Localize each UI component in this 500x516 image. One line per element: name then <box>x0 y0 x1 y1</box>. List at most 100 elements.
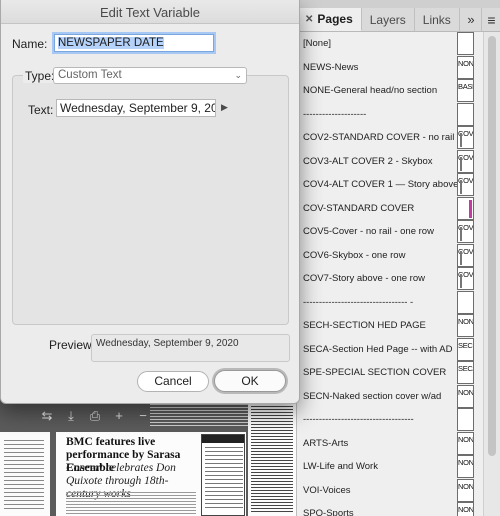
master-thumbnail-label: NONE <box>458 481 474 491</box>
sidebar-ad <box>201 434 245 516</box>
panel-header-strip <box>297 0 500 8</box>
master-thumbnail-label: NONE <box>458 317 474 326</box>
master-page-item[interactable]: [None] <box>297 32 483 55</box>
master-page-thumbnail[interactable]: NONE <box>457 431 474 455</box>
master-page-item[interactable]: SECN-Naked section cover w/ad NONE <box>297 384 483 408</box>
type-select[interactable]: Custom Text ⌄ <box>53 67 247 84</box>
master-page-item[interactable]: SECA-Section Hed Page -- with AD SECH <box>297 337 483 361</box>
edit-text-variable-dialog: Edit Text Variable Name: NEWSPAPER DATE … <box>0 0 300 404</box>
master-page-thumbnail[interactable]: NONE <box>457 314 474 337</box>
master-page-item[interactable]: SECH-SECTION HED PAGE NONE <box>297 314 483 337</box>
document-page-main[interactable]: BMC features live performance by Sarasa … <box>56 432 246 516</box>
master-page-item[interactable]: COV2-STANDARD COVER - no rail COV <box>297 126 483 149</box>
master-page-thumbnail[interactable]: COV <box>457 243 474 267</box>
master-page-item[interactable]: COV6-Skybox - one row COV <box>297 243 483 267</box>
tab-links[interactable]: Links <box>415 8 460 31</box>
master-page-thumbnail[interactable]: SECH <box>457 337 474 361</box>
master-page-item[interactable]: COV7-Story above - one row COV <box>297 267 483 290</box>
ok-button[interactable]: OK <box>214 370 286 392</box>
add-icon[interactable]: + <box>112 408 126 422</box>
master-page-name: NEWS-News <box>303 61 359 73</box>
master-page-thumbnail[interactable]: NONE <box>457 455 474 478</box>
name-input-value: NEWSPAPER DATE <box>58 37 164 49</box>
master-page-item[interactable]: SPO-Sports NONE <box>297 502 483 516</box>
master-page-thumbnail[interactable]: COV <box>457 149 474 173</box>
master-thumbnail-stripe <box>469 199 472 218</box>
master-page-name: COV7-Story above - one row <box>303 273 425 284</box>
tab-pages[interactable]: ✕ Pages <box>297 8 362 31</box>
master-page-name: ----------------------------------- <box>303 414 414 425</box>
name-input[interactable]: NEWSPAPER DATE <box>54 34 214 52</box>
master-page-item[interactable]: -------------------- <box>297 102 483 126</box>
master-page-name: SECN-Naked section cover w/ad <box>303 390 442 402</box>
master-page-item[interactable]: COV-STANDARD COVER <box>297 196 483 220</box>
master-page-name: SPE-SPECIAL SECTION COVER <box>303 367 447 378</box>
master-page-name: LW-Life and Work <box>303 461 378 472</box>
master-page-name: --------------------------------- - <box>303 296 414 308</box>
master-page-item[interactable]: SPE-SPECIAL SECTION COVER SECA <box>297 361 483 384</box>
master-page-thumbnail[interactable]: NONE <box>457 478 474 502</box>
master-page-name: COV6-Skybox - one row <box>303 249 406 261</box>
master-page-item[interactable]: COV3-ALT COVER 2 - Skybox COV <box>297 149 483 173</box>
cancel-button[interactable]: Cancel <box>137 371 209 392</box>
import-icon[interactable]: ⤓ <box>64 408 78 422</box>
preview-box: Wednesday, September 9, 2020 <box>91 334 290 362</box>
master-thumbnail-label: NONE <box>458 458 474 467</box>
master-page-name: SECH-SECTION HED PAGE <box>303 320 426 331</box>
text-label: Text: <box>28 103 54 117</box>
master-page-thumbnail[interactable]: COV <box>457 267 474 290</box>
print-icon[interactable]: ⎙ <box>88 408 102 422</box>
swap-icon[interactable]: ⇆ <box>40 408 54 422</box>
master-page-thumbnail[interactable] <box>457 290 474 314</box>
more-panels-icon[interactable]: » <box>461 8 481 31</box>
master-thumbnail-bar <box>460 133 462 147</box>
master-page-name: SPO-Sports <box>303 508 354 516</box>
panel-tabs: ✕ Pages Layers Links » ≡ <box>297 8 500 32</box>
master-page-name: COV3-ALT COVER 2 - Skybox <box>303 155 433 167</box>
master-page-thumbnail[interactable]: SECA <box>457 361 474 384</box>
type-select-value: Custom Text <box>58 69 122 81</box>
name-label: Name: <box>12 37 48 51</box>
master-page-name: -------------------- <box>303 108 367 120</box>
document-page-right <box>248 402 296 516</box>
master-page-thumbnail[interactable] <box>457 196 474 220</box>
master-page-thumbnail[interactable]: COV <box>457 173 474 196</box>
dialog-titlebar[interactable]: Edit Text Variable <box>1 0 299 24</box>
panel-menu-icon[interactable]: ≡ <box>481 8 500 31</box>
master-page-thumbnail[interactable] <box>457 408 474 431</box>
remove-icon[interactable]: − <box>136 408 150 422</box>
tab-pages-label: Pages <box>317 12 353 26</box>
master-page-item[interactable]: COV5-Cover - no rail - one row COV <box>297 220 483 243</box>
scrollbar-thumb[interactable] <box>488 36 496 456</box>
master-page-item[interactable]: --------------------------------- - <box>297 290 483 314</box>
master-page-name: COV5-Cover - no rail - one row <box>303 226 434 237</box>
master-page-name: ARTS-Arts <box>303 437 349 449</box>
master-page-item[interactable]: COV4-ALT COVER 1 — Story above COV <box>297 173 483 196</box>
master-page-thumbnail[interactable]: NONE <box>457 55 474 79</box>
type-label: Type: <box>23 69 57 83</box>
master-page-name: COV-STANDARD COVER <box>303 202 415 214</box>
master-pages-list: [None] NEWS-News NONE NONE-General head/no … <box>297 32 483 516</box>
master-thumbnail-label: NONE <box>458 434 474 444</box>
master-page-thumbnail[interactable]: BASE <box>457 79 474 102</box>
master-page-thumbnail[interactable]: COV <box>457 126 474 149</box>
master-page-thumbnail[interactable] <box>457 102 474 126</box>
tab-layers[interactable]: Layers <box>362 8 415 31</box>
document-page-left <box>0 432 50 516</box>
master-page-thumbnail[interactable]: NONE <box>457 384 474 408</box>
document-toolbar: ⇆ ⤓ ⎙ + − <box>40 404 180 426</box>
master-page-item[interactable]: NONE-General head/no section BASE <box>297 79 483 102</box>
text-input[interactable]: Wednesday, September 9, 2020 <box>56 99 216 117</box>
master-page-item[interactable]: ----------------------------------- <box>297 408 483 431</box>
master-page-thumbnail[interactable] <box>457 32 474 55</box>
master-page-item[interactable]: ARTS-Arts NONE <box>297 431 483 455</box>
master-page-thumbnail[interactable]: COV <box>457 220 474 243</box>
master-page-item[interactable]: VOI-Voices NONE <box>297 478 483 502</box>
panel-scrollbar[interactable] <box>483 32 500 516</box>
master-page-item[interactable]: LW-Life and Work NONE <box>297 455 483 478</box>
insert-special-character-icon[interactable]: ▶ <box>221 102 228 113</box>
master-page-item[interactable]: NEWS-News NONE <box>297 55 483 79</box>
master-page-thumbnail[interactable]: NONE <box>457 502 474 516</box>
preview-label: Preview: <box>49 338 96 352</box>
close-icon[interactable]: ✕ <box>305 14 313 25</box>
